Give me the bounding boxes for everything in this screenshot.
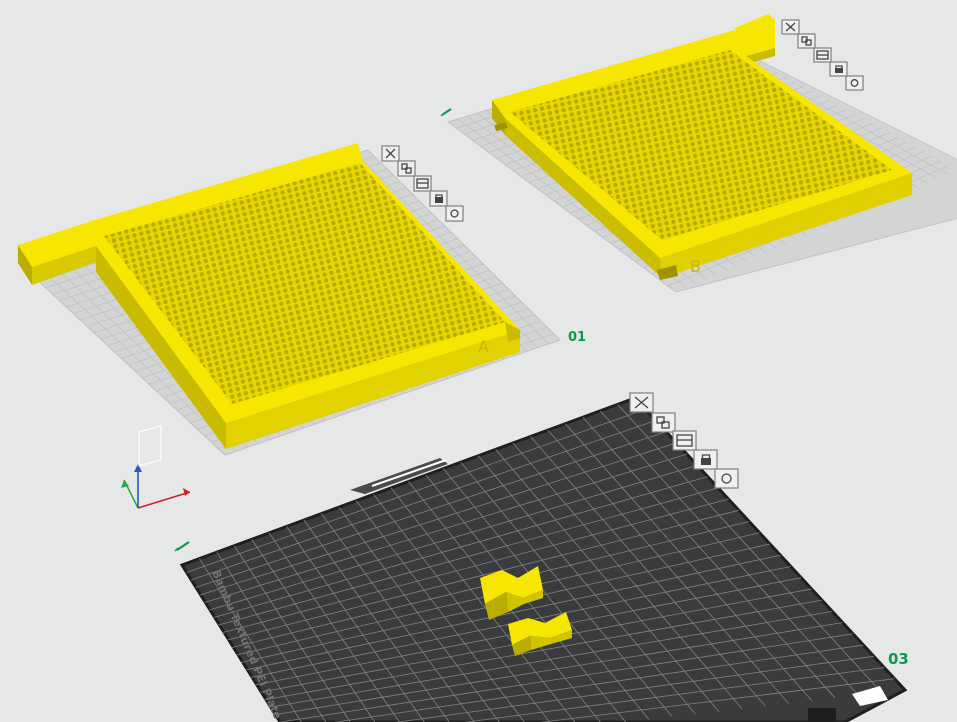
plate-03-bed[interactable]: Bambu Textured PEI Plate <box>179 396 908 722</box>
pencil-icon[interactable] <box>440 108 452 117</box>
lock-plate-icon[interactable] <box>693 449 718 470</box>
plate-settings-icon[interactable] <box>714 468 739 489</box>
orient-plate-icon[interactable] <box>813 47 832 63</box>
arrange-plate-icon[interactable] <box>651 412 676 433</box>
plate-01-part-marker: A <box>478 337 489 356</box>
axes-indicator <box>121 425 191 509</box>
plate-settings-icon[interactable] <box>445 205 464 222</box>
plate-02-part-marker: B <box>690 257 701 276</box>
lock-plate-icon[interactable] <box>829 61 848 77</box>
arrange-plate-icon[interactable] <box>397 160 416 177</box>
plate-03-number: 03 <box>888 650 909 668</box>
3d-viewport[interactable]: A 01 B Bambu Textured PEI Plate 03 <box>0 0 957 722</box>
lock-plate-icon[interactable] <box>429 190 448 207</box>
orient-plate-icon[interactable] <box>672 430 697 451</box>
delete-plate-icon[interactable] <box>629 392 654 413</box>
delete-plate-icon[interactable] <box>781 19 800 35</box>
orient-plate-icon[interactable] <box>413 175 432 192</box>
scene-canvas[interactable]: A 01 B Bambu Textured PEI Plate 03 <box>0 0 957 722</box>
delete-plate-icon[interactable] <box>381 145 400 162</box>
plate-01-number: 01 <box>568 330 586 345</box>
plate-settings-icon[interactable] <box>845 75 864 91</box>
pencil-icon[interactable] <box>174 541 190 552</box>
arrange-plate-icon[interactable] <box>797 33 816 49</box>
